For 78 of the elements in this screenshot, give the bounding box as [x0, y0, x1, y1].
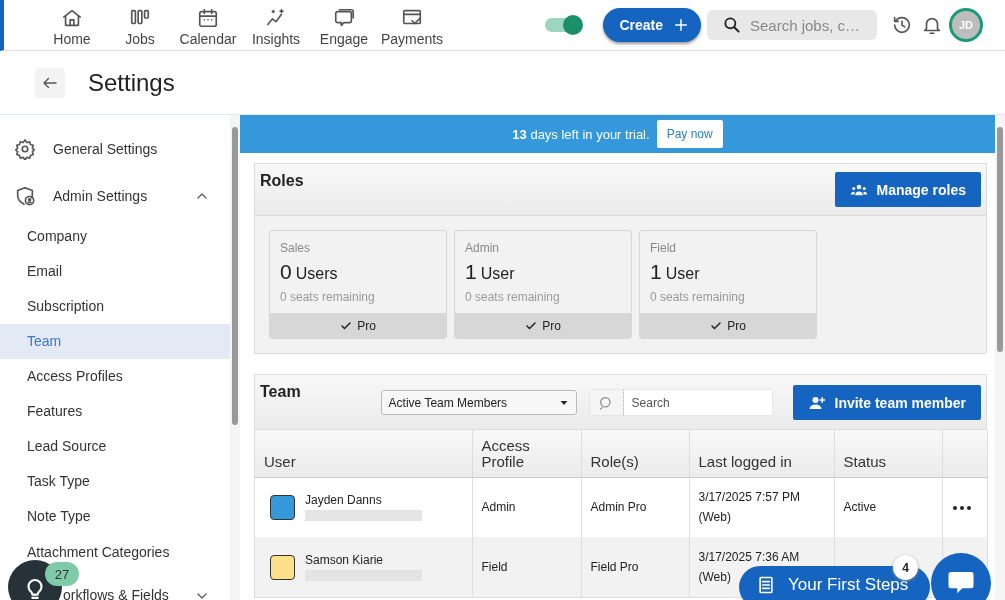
table-cell-text: 3/17/2025 7:36 AM	[698, 549, 800, 566]
chat-bubbles-icon	[333, 6, 355, 29]
seats-remaining: 0 seats remaining	[279, 289, 376, 306]
user-unit: User	[480, 265, 515, 283]
nav-item[interactable]: Insights	[242, 3, 310, 47]
shield-user-icon	[14, 184, 36, 207]
table-cell: Active	[843, 500, 877, 515]
seats-remaining: 0 seats remaining	[464, 289, 561, 306]
role-name: Admin	[464, 240, 500, 255]
section-title: Team	[260, 383, 301, 401]
gear-icon	[14, 137, 36, 160]
user-name: Jayden Danns	[305, 493, 383, 508]
pay-now-button[interactable]: Pay now	[656, 120, 723, 148]
manage-roles-button[interactable]: Manage roles	[834, 172, 981, 207]
plus-icon	[673, 17, 689, 33]
sidebar-subitem[interactable]: Team	[0, 324, 230, 359]
nav-item[interactable]: Jobs	[106, 3, 174, 47]
filter-dropdown[interactable]: Active Team Members	[380, 390, 577, 415]
search-box[interactable]: Search	[588, 389, 773, 416]
table-cell: Admin	[481, 500, 516, 515]
search-icon	[722, 15, 742, 35]
scrollbar[interactable]	[995, 115, 1005, 600]
nav-item[interactable]: Home	[38, 3, 106, 47]
sidebar-subitem[interactable]: Access Profiles	[0, 359, 230, 394]
column-header: Status	[834, 430, 942, 477]
column-header: Access Profile	[472, 430, 581, 477]
sidebar-item[interactable]: orkflows & Fields	[63, 588, 169, 600]
search-box[interactable]: Search jobs, c…	[707, 10, 877, 40]
plan-label: Pro	[727, 318, 746, 333]
table-cell: Field	[481, 560, 508, 574]
section-title: Roles	[260, 172, 304, 190]
nav-item[interactable]: Engage	[310, 3, 378, 47]
table-cell-text: 3/17/2025 7:57 PM	[698, 489, 800, 507]
check-icon	[525, 319, 538, 332]
check-icon	[340, 319, 353, 332]
user-name: Samson Kiarie	[305, 553, 385, 567]
user-count: 0	[280, 260, 292, 284]
toggle-switch[interactable]	[545, 18, 582, 32]
page-title: Settings	[88, 68, 175, 97]
sidebar-subitem[interactable]: Attachment Categories	[0, 544, 170, 560]
user-unit: Users	[295, 265, 338, 283]
role-name: Field	[649, 240, 677, 255]
nav-item[interactable]: Payments	[378, 3, 446, 47]
invite-button[interactable]: Invite team member	[792, 385, 981, 420]
user-count: 1	[465, 260, 477, 284]
plan-label: Pro	[357, 318, 376, 333]
sidebar-subitem[interactable]: Features	[0, 394, 230, 429]
check-icon	[710, 319, 723, 332]
table-cell: Admin Pro	[590, 500, 647, 515]
back-button[interactable]	[35, 67, 65, 98]
sidebar-item[interactable]: Admin Settings	[0, 172, 230, 219]
sidebar-subitem[interactable]: Note Type	[0, 499, 230, 534]
sidebar-subitem[interactable]: Task Type	[0, 464, 230, 499]
count-badge: 27	[45, 562, 79, 586]
more-icon[interactable]	[951, 505, 972, 512]
sidebar-item[interactable]: General Settings	[0, 125, 230, 172]
table-cell: Field Pro	[590, 560, 639, 574]
calendar-icon	[197, 6, 219, 29]
sidebar-subitem[interactable]: Lead Source	[0, 429, 230, 464]
create-button[interactable]: Create	[603, 8, 701, 42]
user-count: 1	[650, 260, 662, 284]
scrollbar[interactable]	[230, 115, 240, 600]
table-cell-text: (Web)	[698, 509, 731, 527]
sidebar-subitem[interactable]: Company	[0, 219, 230, 254]
sidebar-subitem[interactable]: Subscription	[0, 289, 230, 324]
trial-message: 13 days left in your trial.	[512, 126, 650, 142]
search-field[interactable]: Search jobs, c…	[750, 10, 875, 40]
history-icon[interactable]	[891, 14, 913, 36]
role-name: Sales	[279, 240, 312, 255]
user-unit: User	[665, 265, 700, 283]
table-cell-text: (Web)	[698, 569, 731, 586]
nav-item[interactable]: Calendar	[174, 3, 242, 47]
seats-remaining: 0 seats remaining	[649, 289, 746, 306]
column-header: Role(s)	[581, 430, 689, 477]
sidebar-subitem[interactable]: Email	[0, 254, 230, 289]
plan-label: Pro	[542, 318, 561, 333]
column-header: User	[255, 430, 472, 477]
column-header: Last logged in	[689, 430, 834, 477]
